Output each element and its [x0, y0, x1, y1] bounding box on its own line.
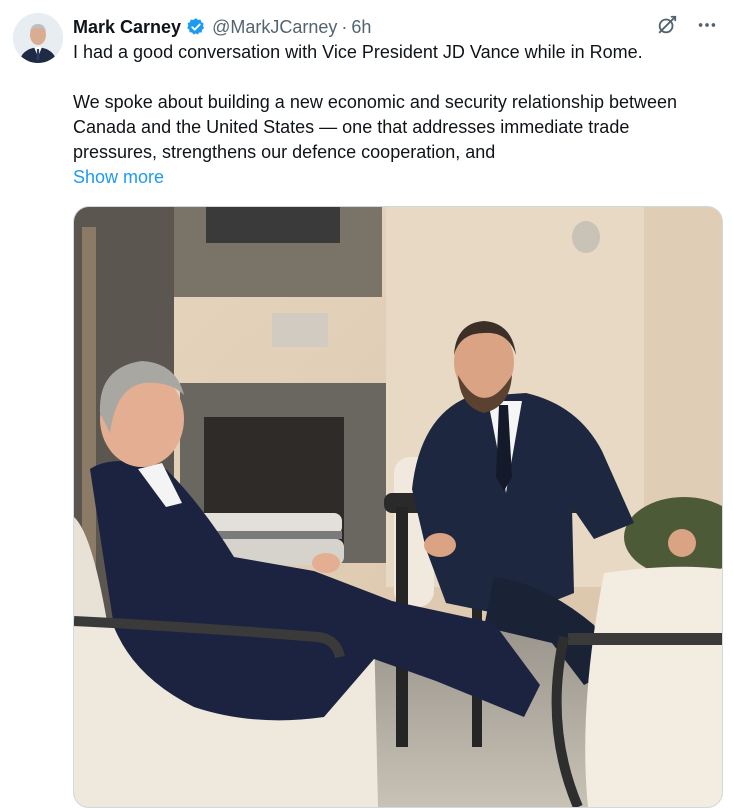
header-actions [655, 13, 719, 37]
avatar[interactable] [13, 13, 63, 63]
timestamp[interactable]: 6h [351, 17, 371, 38]
tweet-text: I had a good conversation with Vice Pres… [73, 40, 713, 190]
avatar-image [13, 13, 63, 63]
tweet-photo[interactable] [73, 206, 723, 808]
more-dots-icon[interactable] [695, 13, 719, 37]
display-name[interactable]: Mark Carney [73, 17, 181, 38]
photo-image [74, 207, 722, 807]
tweet-header: Mark Carney @MarkJCarney · 6h [73, 14, 371, 40]
grok-icon[interactable] [655, 13, 679, 37]
tweet-paragraph: I had a good conversation with Vice Pres… [73, 42, 643, 62]
tweet: Mark Carney @MarkJCarney · 6h I had a go… [0, 0, 733, 808]
user-handle[interactable]: @MarkJCarney [212, 17, 337, 38]
separator-dot: · [341, 16, 348, 37]
verified-badge-icon [186, 17, 206, 37]
show-more-link[interactable]: Show more [73, 165, 164, 190]
tweet-paragraph: We spoke about building a new economic a… [73, 92, 678, 162]
